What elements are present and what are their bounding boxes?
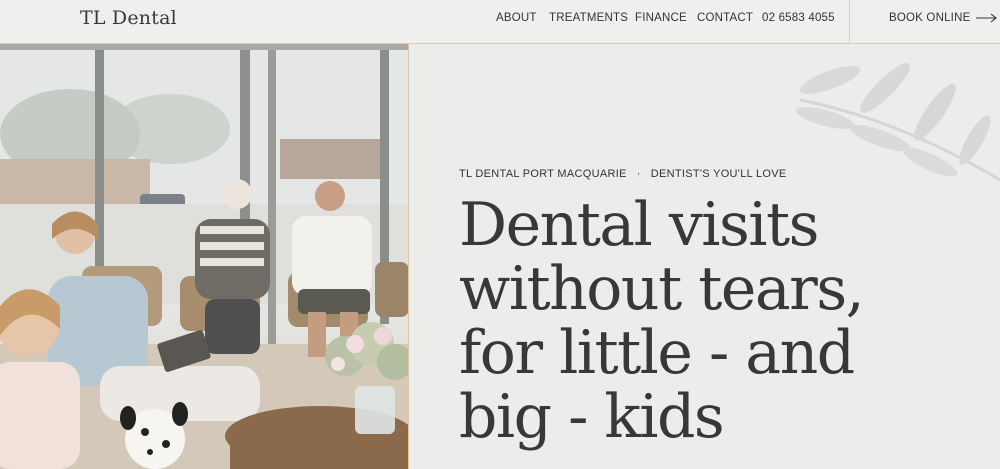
nav-finance[interactable]: FINANCE [635, 12, 687, 24]
arrow-right-icon [976, 13, 998, 23]
headline-line-1: Dental visits [459, 190, 819, 260]
header-divider [849, 0, 850, 43]
headline-line-3: for little - and [459, 318, 855, 388]
eyebrow-separator: · [636, 168, 641, 180]
hero-photo [0, 44, 409, 469]
logo[interactable]: TL Dental [80, 7, 177, 29]
book-online-button[interactable]: BOOK ONLINE [889, 12, 998, 24]
nav-about[interactable]: ABOUT [496, 12, 537, 24]
headline-line-4: big - kids [459, 382, 725, 452]
hero-headline: Dental visits without tears, for little … [459, 193, 979, 449]
headline-line-2: without tears, [459, 254, 865, 324]
hero-eyebrow: TL DENTAL PORT MACQUARIE · DENTIST'S YOU'L… [459, 168, 787, 180]
site-header: TL Dental ABOUT TREATMENTS FINANCE CONTA… [0, 0, 1000, 44]
book-online-label: BOOK ONLINE [889, 12, 971, 24]
leaf-decoration-icon [795, 63, 1000, 182]
nav-treatments[interactable]: TREATMENTS [549, 12, 628, 24]
nav-contact[interactable]: CONTACT [697, 12, 753, 24]
eyebrow-tagline: DENTIST'S YOU'LL LOVE [650, 168, 787, 180]
eyebrow-location: TL DENTAL PORT MACQUARIE [459, 168, 627, 180]
nav-phone[interactable]: 02 6583 4055 [762, 12, 835, 24]
